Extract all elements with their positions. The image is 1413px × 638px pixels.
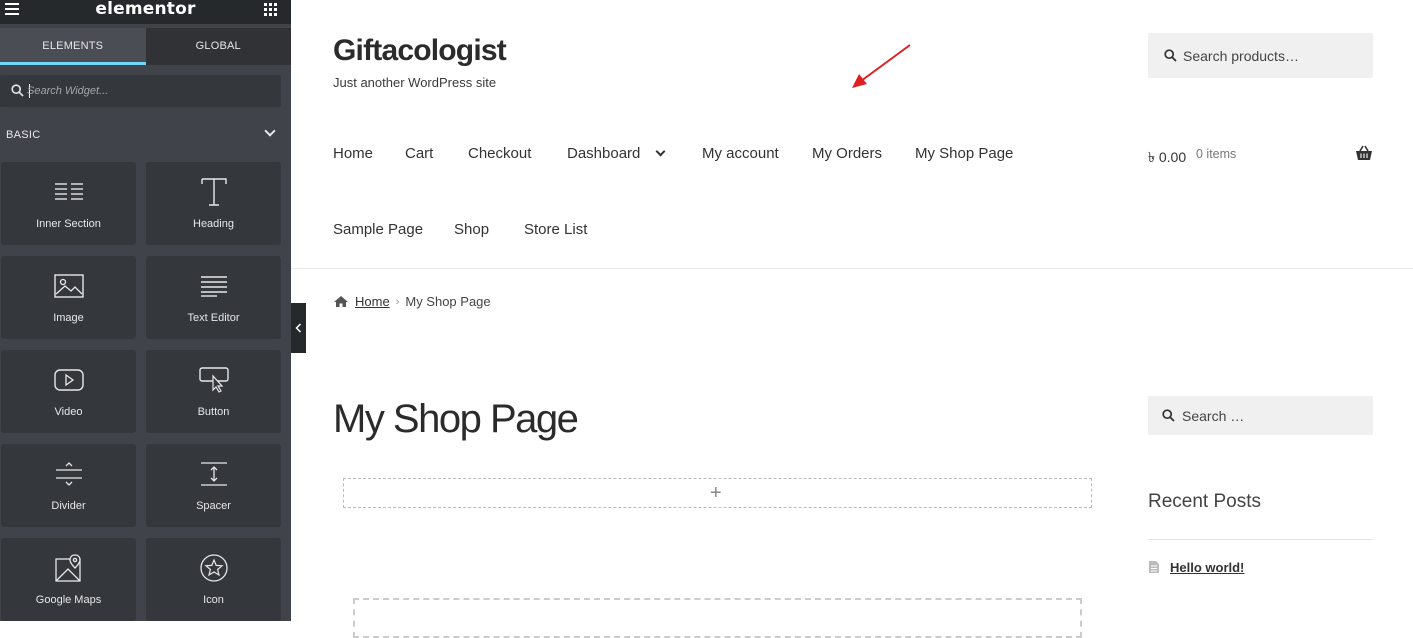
drop-area[interactable] <box>353 598 1082 638</box>
widget-search-box <box>0 75 281 107</box>
nav-my-orders[interactable]: My Orders <box>812 145 882 162</box>
category-basic-toggle[interactable]: BASIC <box>6 125 281 141</box>
chevron-down-icon <box>264 125 276 137</box>
recent-post-link[interactable]: Hello world! <box>1170 560 1244 575</box>
elementor-logo: elementor <box>95 0 196 19</box>
elementor-panel: elementor ELEMENTS GLOBAL BASIC Inner Se… <box>0 0 291 621</box>
inner-section-icon <box>1 174 136 210</box>
text-editor-icon <box>146 268 281 304</box>
widget-label: Icon <box>203 594 224 606</box>
widget-label: Image <box>53 312 84 324</box>
header-divider <box>291 268 1413 269</box>
cart-item-count[interactable]: 0 items <box>1196 147 1236 161</box>
nav-sample-page[interactable]: Sample Page <box>333 221 423 238</box>
breadcrumb-current: My Shop Page <box>405 294 491 309</box>
breadcrumb-home-link[interactable]: Home <box>355 294 390 309</box>
add-section-area[interactable]: + <box>343 478 1092 508</box>
video-icon <box>1 362 136 398</box>
panel-header: elementor <box>0 0 291 24</box>
site-tagline: Just another WordPress site <box>333 75 497 90</box>
widget-label: Google Maps <box>35 594 102 606</box>
nav-shop[interactable]: Shop <box>454 221 489 238</box>
widget-button[interactable]: Button <box>146 350 281 433</box>
heading-icon <box>146 174 281 210</box>
google-maps-icon <box>1 550 136 586</box>
page-title: My Shop Page <box>333 397 579 441</box>
widget-label: Inner Section <box>36 218 101 230</box>
widget-text-editor[interactable]: Text Editor <box>146 256 281 339</box>
widget-heading[interactable]: Heading <box>146 162 281 245</box>
site-title[interactable]: Giftacologist <box>333 34 507 68</box>
category-title: BASIC <box>6 129 41 141</box>
widget-spacer[interactable]: Spacer <box>146 444 281 527</box>
cart-total[interactable]: ৳ 0.00 <box>1148 146 1186 170</box>
chevron-down-icon[interactable] <box>655 146 666 157</box>
search-icon <box>1162 409 1175 422</box>
plus-icon[interactable]: + <box>710 479 722 507</box>
nav-store-list[interactable]: Store List <box>524 221 587 238</box>
breadcrumb: Home › My Shop Page <box>333 294 491 309</box>
widget-label: Button <box>197 406 230 418</box>
widget-icon[interactable]: Icon <box>146 538 281 621</box>
spacer-icon <box>146 456 281 492</box>
nav-home[interactable]: Home <box>333 145 373 162</box>
nav-checkout[interactable]: Checkout <box>468 145 531 162</box>
product-search-input[interactable] <box>1183 33 1368 78</box>
widget-label: Spacer <box>196 500 231 512</box>
widgets-grid-icon[interactable] <box>264 3 277 16</box>
nav-cart[interactable]: Cart <box>405 145 433 162</box>
widget-label: Video <box>54 406 83 418</box>
widget-label: Heading <box>193 218 234 230</box>
product-search-box <box>1148 33 1373 78</box>
widget-image[interactable]: Image <box>1 256 136 339</box>
sidebar-search-input[interactable] <box>1182 396 1367 435</box>
widget-video[interactable]: Video <box>1 350 136 433</box>
widget-search-input[interactable] <box>27 75 277 107</box>
annotation-arrow-icon <box>852 44 911 88</box>
divider-icon <box>1 456 136 492</box>
panel-tabs: ELEMENTS GLOBAL <box>0 28 291 65</box>
document-icon <box>1149 561 1159 573</box>
nav-dashboard[interactable]: Dashboard <box>567 145 640 162</box>
recent-posts-heading: Recent Posts <box>1148 491 1261 512</box>
home-icon <box>334 296 348 307</box>
tab-elements[interactable]: ELEMENTS <box>0 28 146 65</box>
nav-my-shop-page[interactable]: My Shop Page <box>915 145 1013 162</box>
sidebar-search-box <box>1148 396 1373 435</box>
basket-icon[interactable] <box>1355 145 1373 161</box>
search-icon <box>11 84 24 97</box>
search-icon <box>1164 49 1177 62</box>
widget-label: Divider <box>51 500 86 512</box>
button-icon <box>146 362 281 398</box>
widget-google-maps[interactable]: Google Maps <box>1 538 136 621</box>
image-icon <box>1 268 136 304</box>
star-icon <box>146 550 281 586</box>
nav-my-account[interactable]: My account <box>702 145 779 162</box>
recent-posts-divider <box>1148 539 1373 540</box>
tab-global[interactable]: GLOBAL <box>145 28 291 65</box>
widget-inner-section[interactable]: Inner Section <box>1 162 136 245</box>
widget-divider[interactable]: Divider <box>1 444 136 527</box>
widget-label: Text Editor <box>187 312 240 324</box>
breadcrumb-separator: › <box>395 295 400 308</box>
site-preview: Giftacologist Just another WordPress sit… <box>291 0 1413 638</box>
